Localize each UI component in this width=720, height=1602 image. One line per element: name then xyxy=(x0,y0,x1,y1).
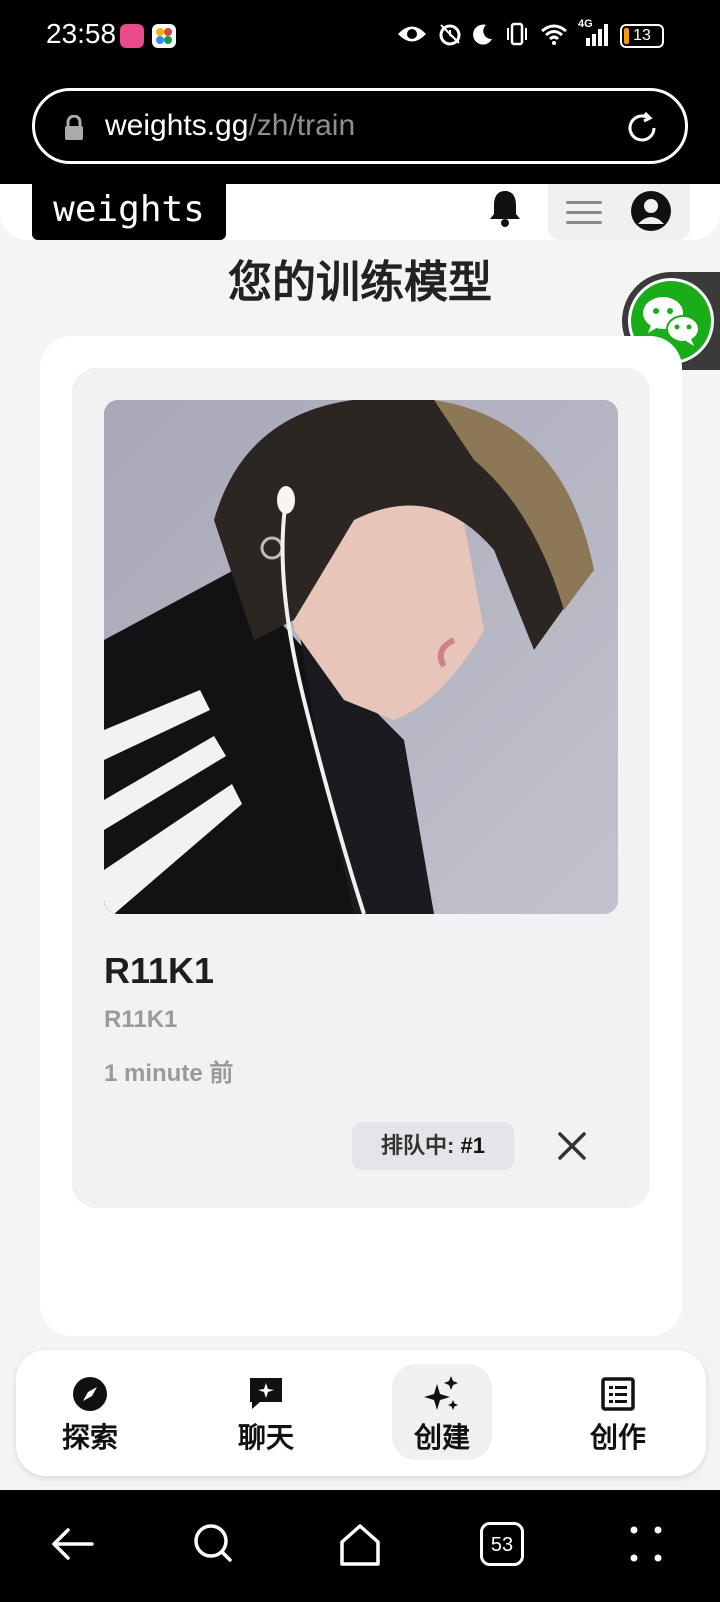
status-bar: 23:58 4G 13 xyxy=(0,0,720,80)
account-menu-pill[interactable] xyxy=(548,184,690,240)
nav-explore[interactable]: 探索 xyxy=(40,1364,140,1460)
nav-creations[interactable]: 创作 xyxy=(568,1364,668,1460)
model-card[interactable]: R11K1 R11K1 1 minute 前 排队中: #1 xyxy=(72,368,650,1208)
site-header: weights xyxy=(0,182,720,240)
list-icon xyxy=(601,1377,635,1411)
lock-icon xyxy=(65,115,83,140)
model-name: R11K1 xyxy=(104,950,215,991)
compass-icon xyxy=(73,1377,107,1411)
moon-icon xyxy=(473,24,492,45)
chat-icon xyxy=(250,1378,282,1409)
bottom-navigation: 探索 聊天 创建 创作 xyxy=(16,1350,706,1476)
model-cover-image xyxy=(104,400,618,914)
account-icon[interactable] xyxy=(630,190,672,232)
reload-icon[interactable] xyxy=(623,109,661,147)
tab-count: 53 xyxy=(490,1534,514,1556)
url-path: /zh/train xyxy=(248,109,356,142)
status-icons: 4G xyxy=(396,18,608,46)
queue-status-badge: 排队中: #1 xyxy=(352,1122,514,1170)
search-icon[interactable] xyxy=(190,1520,238,1568)
app-notification-icon xyxy=(120,24,144,48)
nav-label: 创作 xyxy=(589,1422,646,1453)
system-navigation-bar: 53 xyxy=(0,1490,720,1602)
close-icon[interactable] xyxy=(554,1128,590,1164)
signal-icon: 4G xyxy=(578,18,608,46)
model-created-time: 1 minute 前 xyxy=(104,1060,234,1087)
browser-toolbar: weights.gg/zh/train xyxy=(0,80,720,184)
wifi-icon xyxy=(541,24,567,45)
url-domain: weights.gg xyxy=(105,109,249,142)
clock: 23:58 xyxy=(46,18,117,49)
nav-create[interactable]: 创建 xyxy=(392,1364,492,1460)
queue-position: #1 xyxy=(460,1133,485,1158)
app-notification-icon xyxy=(152,24,176,48)
nav-chat[interactable]: 聊天 xyxy=(216,1364,316,1460)
menu-icon[interactable] xyxy=(566,200,602,226)
vibrate-icon xyxy=(507,22,527,46)
home-icon[interactable] xyxy=(336,1520,384,1568)
sparkles-icon xyxy=(424,1376,458,1410)
tabs-button[interactable]: 53 xyxy=(480,1522,524,1566)
nav-label: 探索 xyxy=(61,1422,118,1453)
battery-icon: 13 xyxy=(620,24,664,48)
alarm-icon xyxy=(439,24,461,46)
url-text[interactable]: weights.gg/zh/train xyxy=(105,109,355,143)
more-icon[interactable] xyxy=(624,1520,672,1568)
address-bar[interactable]: weights.gg/zh/train xyxy=(32,88,688,164)
model-subtitle: R11K1 xyxy=(104,1006,178,1033)
queue-label: 排队中: xyxy=(381,1133,461,1158)
bell-icon[interactable] xyxy=(488,188,522,228)
nav-label: 聊天 xyxy=(237,1422,294,1453)
back-icon[interactable] xyxy=(48,1520,96,1568)
page-title: 您的训练模型 xyxy=(228,258,492,307)
site-logo[interactable]: weights xyxy=(32,182,226,240)
eye-icon xyxy=(398,26,426,42)
nav-label: 创建 xyxy=(413,1422,470,1453)
